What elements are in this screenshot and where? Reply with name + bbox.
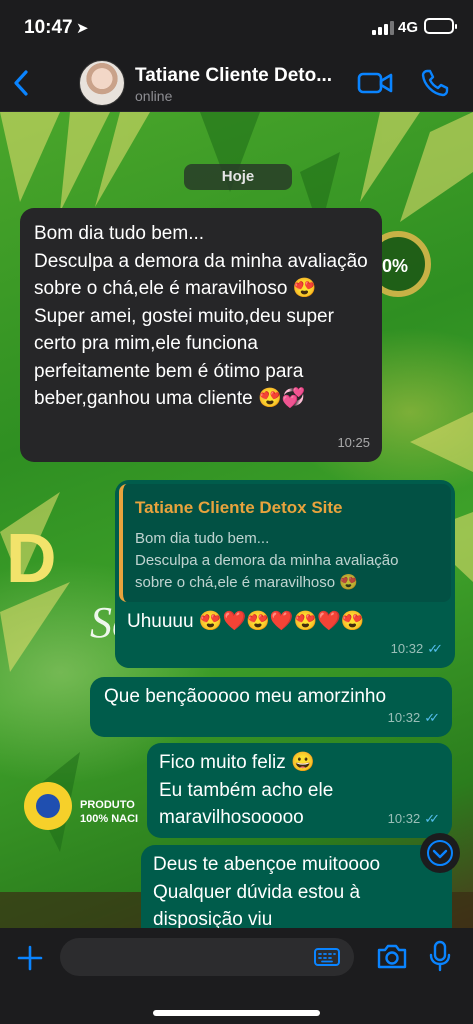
composer-bar bbox=[0, 928, 473, 1024]
read-receipt-icon: ✓✓ bbox=[424, 709, 440, 725]
microphone-icon[interactable] bbox=[428, 940, 452, 972]
home-indicator bbox=[153, 1010, 320, 1016]
message-outgoing[interactable]: Fico muito feliz 😀 Eu também acho ele ma… bbox=[147, 743, 452, 838]
plus-icon[interactable] bbox=[16, 944, 44, 972]
video-call-icon[interactable] bbox=[357, 70, 393, 96]
svg-text:0%: 0% bbox=[382, 256, 408, 276]
quoted-text: Bom dia tudo bem... Desculpa a demora da… bbox=[135, 529, 399, 591]
status-time: 10:47 bbox=[24, 17, 73, 38]
signal-icon bbox=[372, 21, 394, 35]
network-type: 4G bbox=[398, 19, 419, 36]
message-time: 10:32 bbox=[387, 709, 421, 725]
message-outgoing[interactable]: Que bençãooooo meu amorzinho 10:32 ✓✓ bbox=[90, 677, 452, 737]
chevron-left-icon[interactable] bbox=[8, 66, 40, 100]
scroll-down-button[interactable] bbox=[420, 833, 460, 873]
contact-status: online bbox=[135, 88, 173, 104]
message-time: 10:32 bbox=[390, 640, 424, 656]
read-receipt-icon: ✓✓ bbox=[427, 640, 443, 656]
date-separator: Hoje bbox=[184, 164, 292, 190]
chat-area[interactable]: 0% D Se PRODUTO 100% NACI Hoje Bom dia t… bbox=[0, 112, 473, 928]
camera-icon[interactable] bbox=[376, 942, 408, 970]
message-meta: 10:32 ✓✓ bbox=[388, 805, 440, 833]
message-incoming[interactable]: Bom dia tudo bem... Desculpa a demora da… bbox=[20, 208, 382, 462]
svg-text:100% NACI: 100% NACI bbox=[80, 813, 138, 825]
chat-header: Tatiane Cliente Deto... online bbox=[0, 56, 473, 112]
avatar[interactable] bbox=[79, 60, 125, 106]
status-bar: 10:47 ➤ 4G bbox=[0, 0, 473, 56]
contact-name[interactable]: Tatiane Cliente Deto... bbox=[135, 65, 350, 87]
message-time: 10:25 bbox=[337, 434, 370, 450]
message-text: Bom dia tudo bem... Desculpa a demora da… bbox=[34, 223, 368, 409]
message-meta: 10:32 ✓✓ bbox=[391, 635, 443, 663]
battery-icon bbox=[424, 18, 457, 34]
message-meta: 10:32 ✓✓ bbox=[388, 704, 440, 732]
message-outgoing[interactable]: Deus te abençoe muitoooo Qualquer dúvida… bbox=[141, 845, 452, 928]
location-arrow-icon: ➤ bbox=[76, 20, 89, 37]
message-text: Deus te abençoe muitoooo Qualquer dúvida… bbox=[153, 854, 381, 928]
phone-icon[interactable] bbox=[420, 68, 450, 98]
message-text: Uhuuuu 😍❤️😍❤️😍❤️😍 bbox=[127, 611, 365, 632]
svg-text:PRODUTO: PRODUTO bbox=[80, 799, 135, 811]
quoted-message[interactable]: Tatiane Cliente Detox Site Bom dia tudo … bbox=[119, 484, 451, 602]
keyboard-icon[interactable] bbox=[314, 948, 340, 966]
message-outgoing[interactable]: Tatiane Cliente Detox Site Bom dia tudo … bbox=[115, 480, 455, 668]
read-receipt-icon: ✓✓ bbox=[424, 810, 440, 826]
message-meta: 10:25 bbox=[337, 429, 370, 457]
svg-text:D: D bbox=[6, 519, 57, 597]
message-input[interactable] bbox=[60, 938, 354, 976]
message-time: 10:32 bbox=[387, 810, 421, 826]
quoted-author: Tatiane Cliente Detox Site bbox=[135, 498, 343, 517]
